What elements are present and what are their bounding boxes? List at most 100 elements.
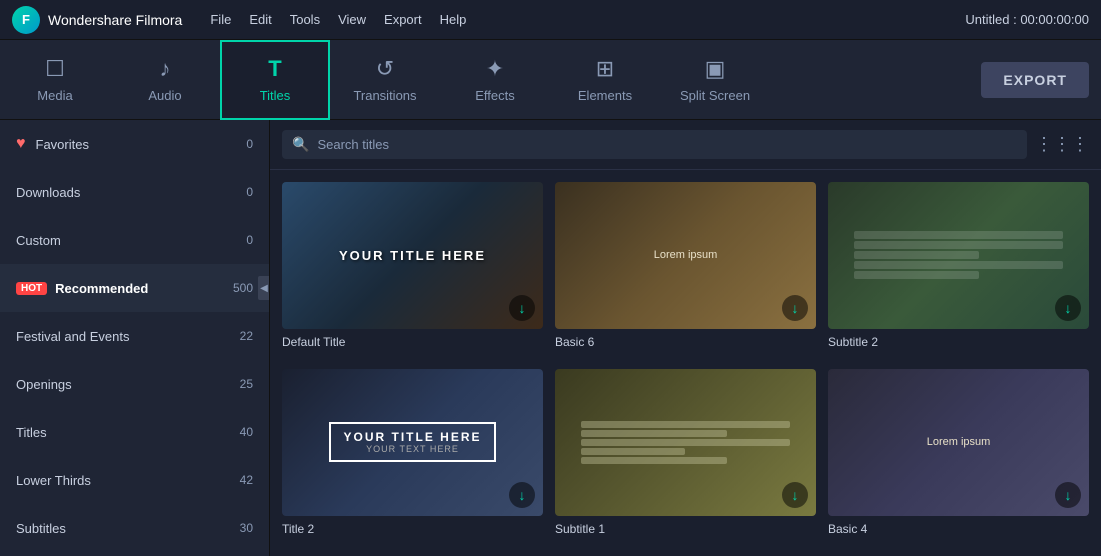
- menu-help[interactable]: Help: [440, 12, 467, 27]
- sidebar-recommended-label: Recommended: [55, 281, 233, 296]
- download-btn-subtitle1[interactable]: ↓: [782, 482, 808, 508]
- thumb-lorem-text-basic4: Lorem ipsum: [927, 436, 991, 448]
- project-info: Untitled : 00:00:00:00: [965, 12, 1089, 27]
- sidebar-favorites-count: 0: [246, 137, 253, 151]
- menu-edit[interactable]: Edit: [249, 12, 271, 27]
- sidebar-downloads-count: 0: [246, 185, 253, 199]
- tab-splitscreen-label: Split Screen: [680, 88, 750, 103]
- thumb-label-subtitle2: Subtitle 2: [828, 335, 1089, 349]
- menu-view[interactable]: View: [338, 12, 366, 27]
- sidebar-item-openings[interactable]: Openings 25: [0, 360, 269, 408]
- menu-bar[interactable]: File Edit Tools View Export Help: [210, 12, 466, 27]
- search-bar: 🔍 ⋮⋮⋮: [270, 120, 1101, 170]
- tab-audio[interactable]: ♪ Audio: [110, 40, 220, 120]
- tab-media[interactable]: ☐ Media: [0, 40, 110, 120]
- sidebar-item-lowerthirds[interactable]: Lower Thirds 42: [0, 456, 269, 504]
- sidebar-titles-label: Titles: [16, 425, 240, 440]
- sidebar-festival-label: Festival and Events: [16, 329, 240, 344]
- thumb-preview-default-title[interactable]: YOUR TITLE HERE ↓: [282, 182, 543, 329]
- tab-elements[interactable]: ⊞ Elements: [550, 40, 660, 120]
- titles-icon: T: [268, 56, 281, 82]
- app-logo: F: [12, 6, 40, 34]
- download-btn-default-title[interactable]: ↓: [509, 295, 535, 321]
- thumb-label-subtitle1: Subtitle 1: [555, 522, 816, 536]
- thumb-label-basic4: Basic 4: [828, 522, 1089, 536]
- thumb-item-subtitle2[interactable]: ↓ Subtitle 2: [828, 182, 1089, 357]
- sidebar-recommended-count: 500: [233, 281, 253, 295]
- lorem-line-5: [581, 457, 727, 464]
- thumb-title-text: YOUR TITLE HERE: [339, 248, 486, 263]
- download-btn-basic4[interactable]: ↓: [1055, 482, 1081, 508]
- thumb-preview-title2[interactable]: YOUR TITLE HERE YOUR TEXT HERE ↓: [282, 369, 543, 516]
- lorem-block: [581, 421, 790, 464]
- export-button[interactable]: EXPORT: [981, 62, 1089, 98]
- sidebar-item-titles[interactable]: Titles 40: [0, 408, 269, 456]
- lorem-line-2: [581, 430, 727, 437]
- transitions-icon: ↺: [376, 56, 394, 82]
- heart-icon: ♥: [16, 135, 26, 153]
- tab-effects[interactable]: ✦ Effects: [440, 40, 550, 120]
- thumb-preview-subtitle1[interactable]: ↓: [555, 369, 816, 516]
- thumb-item-basic6[interactable]: Lorem ipsum ↓ Basic 6: [555, 182, 816, 357]
- download-btn-subtitle2[interactable]: ↓: [1055, 295, 1081, 321]
- subtitle-line-5: [854, 271, 979, 279]
- sidebar-item-subtitles[interactable]: Subtitles 30: [0, 504, 269, 552]
- audio-icon: ♪: [160, 56, 171, 82]
- lorem-line-1: [581, 421, 790, 428]
- sidebar-subtitles-count: 30: [240, 521, 253, 535]
- thumb-item-subtitle1[interactable]: ↓ Subtitle 1: [555, 369, 816, 544]
- sidebar-item-favorites[interactable]: ♥ Favorites 0: [0, 120, 269, 168]
- download-btn-title2[interactable]: ↓: [509, 482, 535, 508]
- tab-media-label: Media: [37, 88, 72, 103]
- sidebar-custom-count: 0: [246, 233, 253, 247]
- download-btn-basic6[interactable]: ↓: [782, 295, 808, 321]
- thumb-box-main-text: YOUR TITLE HERE: [343, 430, 481, 444]
- thumb-label-title2: Title 2: [282, 522, 543, 536]
- effects-icon: ✦: [486, 56, 504, 82]
- lorem-line-3: [581, 439, 790, 446]
- sidebar-openings-count: 25: [240, 377, 253, 391]
- sidebar-item-festival[interactable]: Festival and Events 22: [0, 312, 269, 360]
- thumbnails-grid: YOUR TITLE HERE ↓ Default Title Lorem ip…: [270, 170, 1101, 556]
- tab-titles[interactable]: T Titles: [220, 40, 330, 120]
- thumb-label-basic6: Basic 6: [555, 335, 816, 349]
- sidebar-item-downloads[interactable]: Downloads 0: [0, 168, 269, 216]
- subtitle-lines: [854, 231, 1063, 279]
- scroll-indicator[interactable]: ◀: [258, 276, 270, 300]
- splitscreen-icon: ▣: [705, 56, 726, 82]
- tab-audio-label: Audio: [148, 88, 181, 103]
- menu-file[interactable]: File: [210, 12, 231, 27]
- sidebar-titles-count: 40: [240, 425, 253, 439]
- sidebar-item-custom[interactable]: Custom 0: [0, 216, 269, 264]
- thumb-item-default-title[interactable]: YOUR TITLE HERE ↓ Default Title: [282, 182, 543, 357]
- thumb-item-basic4[interactable]: Lorem ipsum ↓ Basic 4: [828, 369, 1089, 544]
- title-bar: F Wondershare Filmora File Edit Tools Vi…: [0, 0, 1101, 40]
- menu-tools[interactable]: Tools: [290, 12, 320, 27]
- lorem-line-4: [581, 448, 685, 455]
- subtitle-line-2: [854, 241, 1063, 249]
- thumb-box-sub-text: YOUR TEXT HERE: [343, 444, 481, 454]
- subtitle-line-4: [854, 261, 1063, 269]
- tab-effects-label: Effects: [475, 88, 515, 103]
- tab-transitions[interactable]: ↺ Transitions: [330, 40, 440, 120]
- sidebar-festival-count: 22: [240, 329, 253, 343]
- search-input[interactable]: [317, 137, 1017, 152]
- grid-icon[interactable]: ⋮⋮⋮: [1035, 134, 1089, 155]
- sidebar-lowerthirds-label: Lower Thirds: [16, 473, 240, 488]
- sidebar-item-recommended[interactable]: HOT Recommended 500 ◀: [0, 264, 269, 312]
- thumb-preview-basic6[interactable]: Lorem ipsum ↓: [555, 182, 816, 329]
- tab-elements-label: Elements: [578, 88, 632, 103]
- thumb-item-title2[interactable]: YOUR TITLE HERE YOUR TEXT HERE ↓ Title 2: [282, 369, 543, 544]
- nav-tabs: ☐ Media ♪ Audio T Titles ↺ Transitions ✦…: [0, 40, 1101, 120]
- title-bar-right: Untitled : 00:00:00:00: [965, 12, 1089, 27]
- subtitle-line-3: [854, 251, 979, 259]
- thumb-label-default-title: Default Title: [282, 335, 543, 349]
- tab-splitscreen[interactable]: ▣ Split Screen: [660, 40, 770, 120]
- subtitle-line-1: [854, 231, 1063, 239]
- thumb-preview-subtitle2[interactable]: ↓: [828, 182, 1089, 329]
- search-input-wrap[interactable]: 🔍: [282, 130, 1027, 159]
- elements-icon: ⊞: [596, 56, 614, 82]
- sidebar-openings-label: Openings: [16, 377, 240, 392]
- thumb-preview-basic4[interactable]: Lorem ipsum ↓: [828, 369, 1089, 516]
- menu-export[interactable]: Export: [384, 12, 422, 27]
